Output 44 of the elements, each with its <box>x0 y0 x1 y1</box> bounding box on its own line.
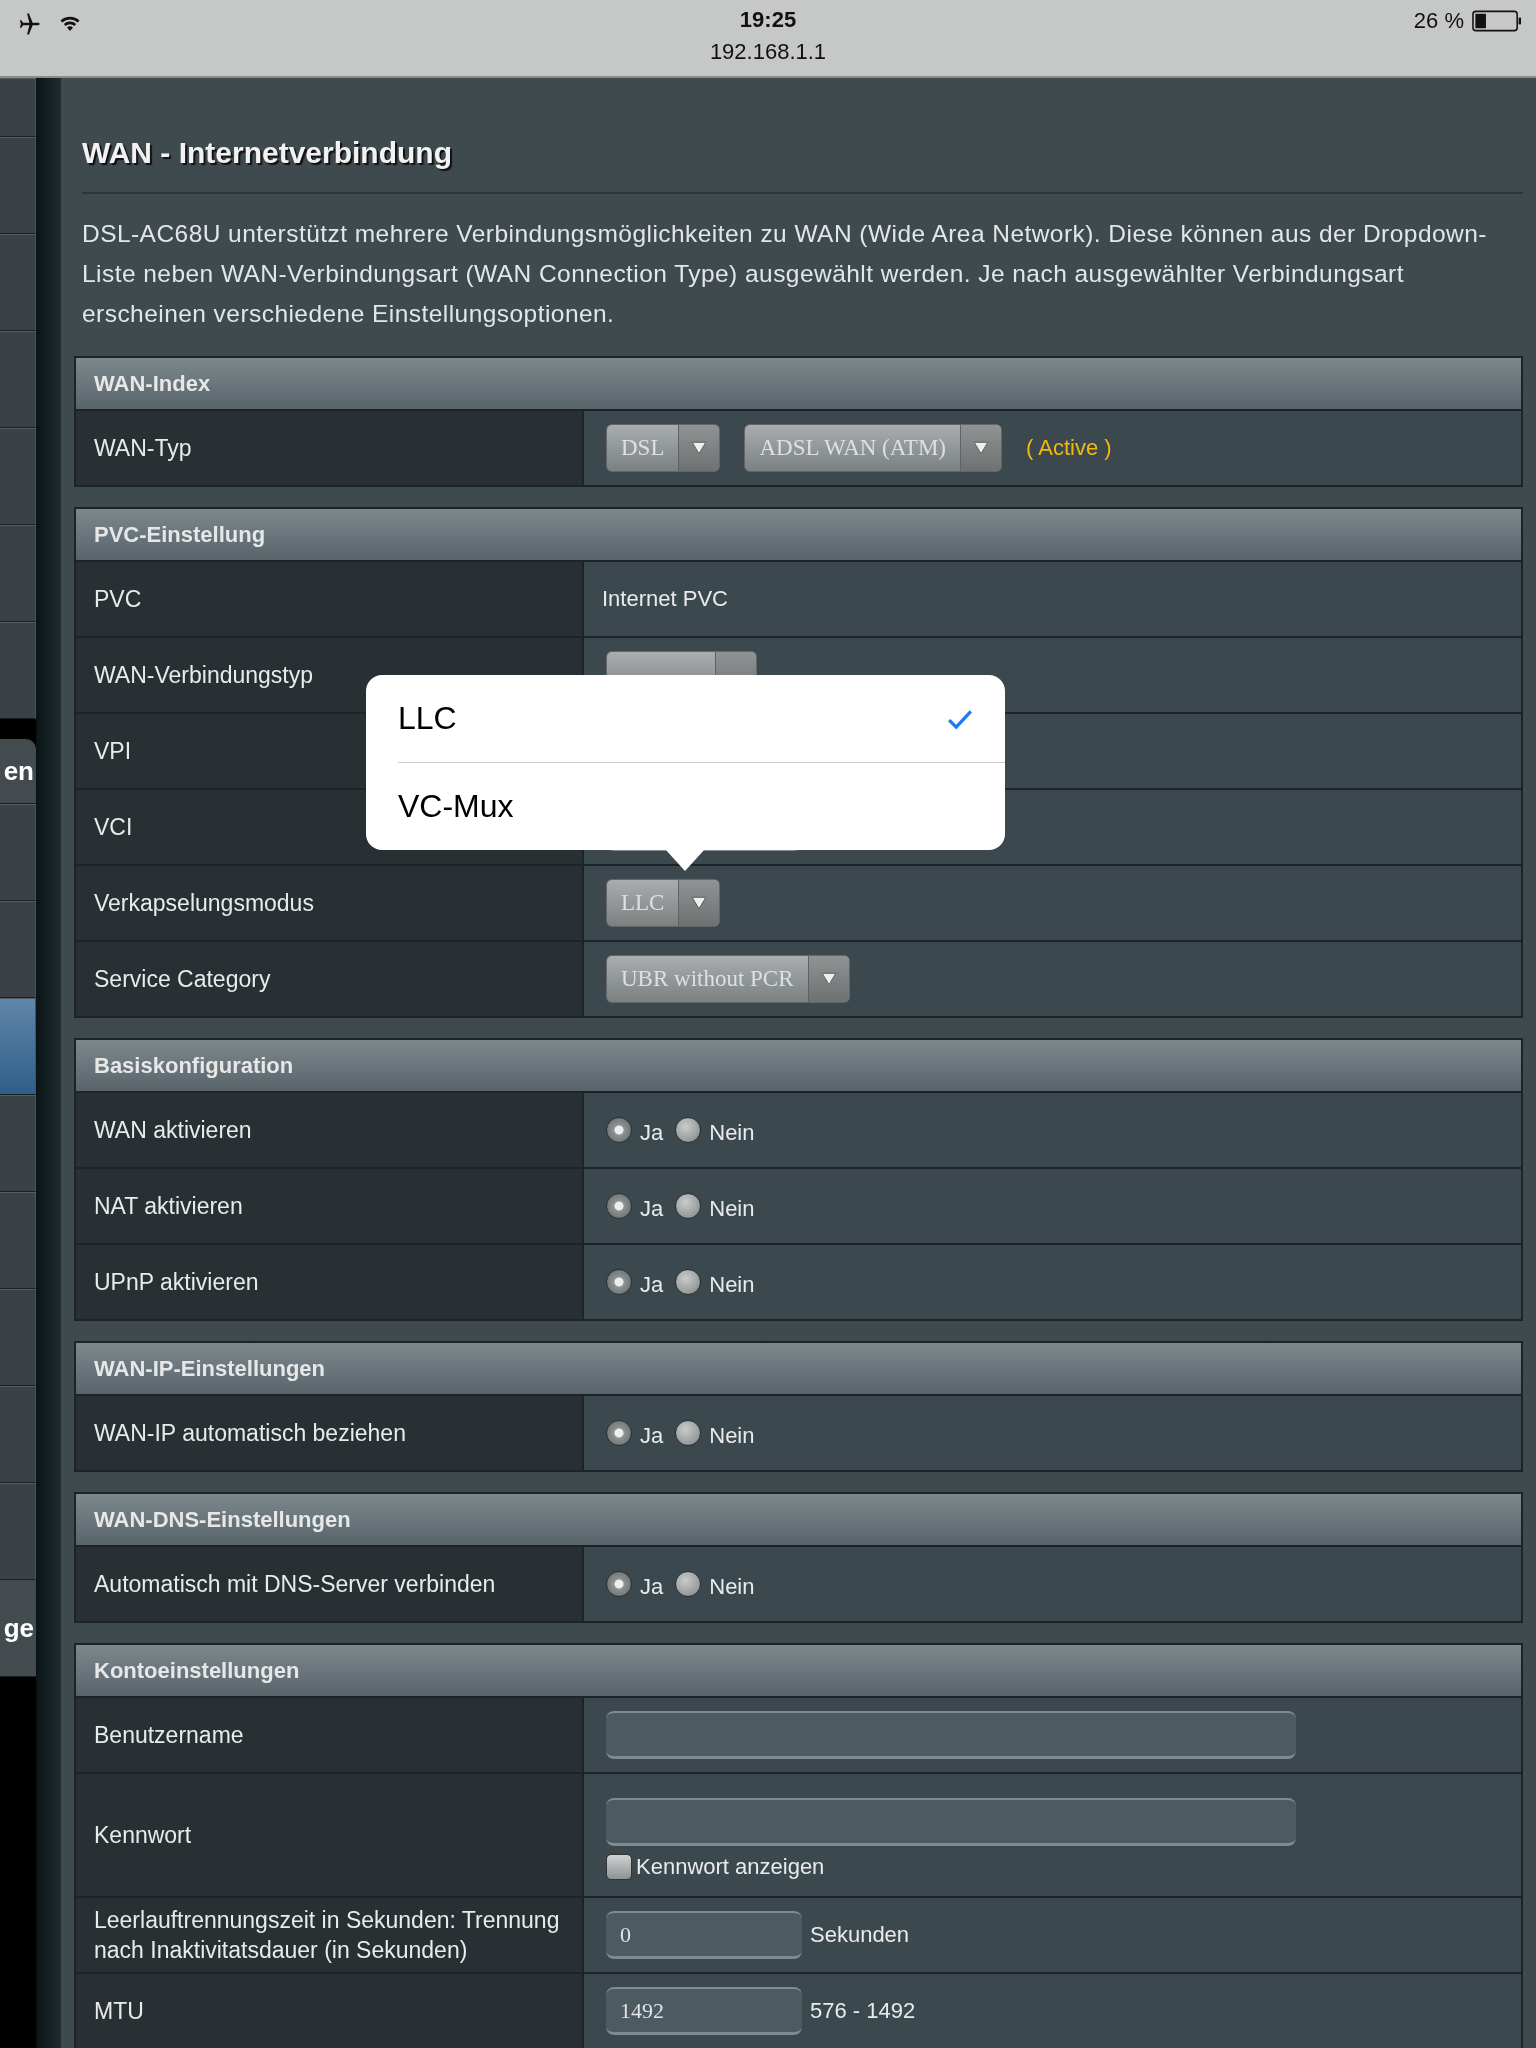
radio-label[interactable]: Ja <box>640 1272 664 1298</box>
field-label: WAN aktivieren <box>76 1093 584 1167</box>
radio-label[interactable]: Nein <box>709 1272 755 1298</box>
status-text: ( Active ) <box>1026 435 1112 461</box>
field-label: Kennwort <box>76 1774 584 1896</box>
radio-label[interactable]: Nein <box>709 1196 755 1222</box>
field-label: MTU <box>76 1974 584 2048</box>
radio-label[interactable]: Nein <box>709 1423 755 1449</box>
field-label: NAT aktivieren <box>76 1169 584 1243</box>
input-field[interactable]: 0 <box>606 1911 802 1959</box>
section-header: WAN-DNS-Einstellungen <box>76 1494 1521 1545</box>
radio-label[interactable]: Ja <box>640 1120 664 1146</box>
radio-label[interactable]: Ja <box>640 1574 664 1600</box>
field-label: WAN-Typ <box>76 411 584 485</box>
field-label: Automatisch mit DNS-Server verbinden <box>76 1547 584 1621</box>
field-label: UPnP aktivieren <box>76 1245 584 1319</box>
popover-option[interactable]: LLC <box>398 675 1005 763</box>
unit-text: Sekunden <box>810 1922 910 1948</box>
section-header: Kontoeinstellungen <box>76 1645 1521 1696</box>
input-field[interactable]: 1492 <box>606 1987 802 2035</box>
field-label: Leerlauftrennungszeit in Sekunden: Trennung nach Inaktivitatsdauer (in Sekunden) <box>76 1898 584 1972</box>
radio-label[interactable]: Ja <box>640 1196 664 1222</box>
sidebar-group-tab[interactable]: ge <box>0 1580 36 1677</box>
field-label: WAN-IP automatisch beziehen <box>76 1396 584 1470</box>
section-header: WAN-Index <box>76 358 1521 409</box>
battery-percentage: 26 % <box>1413 8 1464 34</box>
radio-label[interactable]: Nein <box>709 1574 755 1600</box>
checkbox-label[interactable]: Kennwort anzeigen <box>636 1854 825 1880</box>
clock-time: 19:25 <box>739 7 797 33</box>
field-label: PVC <box>76 562 584 636</box>
unit-text: 576 - 1492 <box>810 1998 916 2024</box>
sidebar-group-tab[interactable]: en <box>0 739 36 804</box>
section-header: Basiskonfiguration <box>76 1040 1521 1091</box>
section-header: WAN-IP-Einstellungen <box>76 1343 1521 1394</box>
field-label: Service Category <box>76 942 584 1016</box>
description-text: DSL-AC68U unterstützt mehrere Verbindungsmöglichkeiten zu WAN (Wide Area Network). Diese können aus der Dropdown-Liste neben WAN-Verbindungsart (WAN Connection Type) ausgewählt werden. Je nach ausgewählter Verbindungsart erscheinen verschiedene Einstellungsoptionen. <box>82 219 1488 329</box>
radio-label[interactable]: Ja <box>640 1423 664 1449</box>
field-label: Verkapselungsmodus <box>76 866 584 940</box>
section-header: PVC-Einstellung <box>76 509 1521 560</box>
page-title: WAN - Internetverbindung <box>82 136 453 170</box>
address-bar-url[interactable]: 192.168.1.1 <box>709 39 827 65</box>
value-text: Internet PVC <box>602 586 728 612</box>
radio-label[interactable]: Nein <box>709 1120 755 1146</box>
field-label: Benutzername <box>76 1698 584 1772</box>
